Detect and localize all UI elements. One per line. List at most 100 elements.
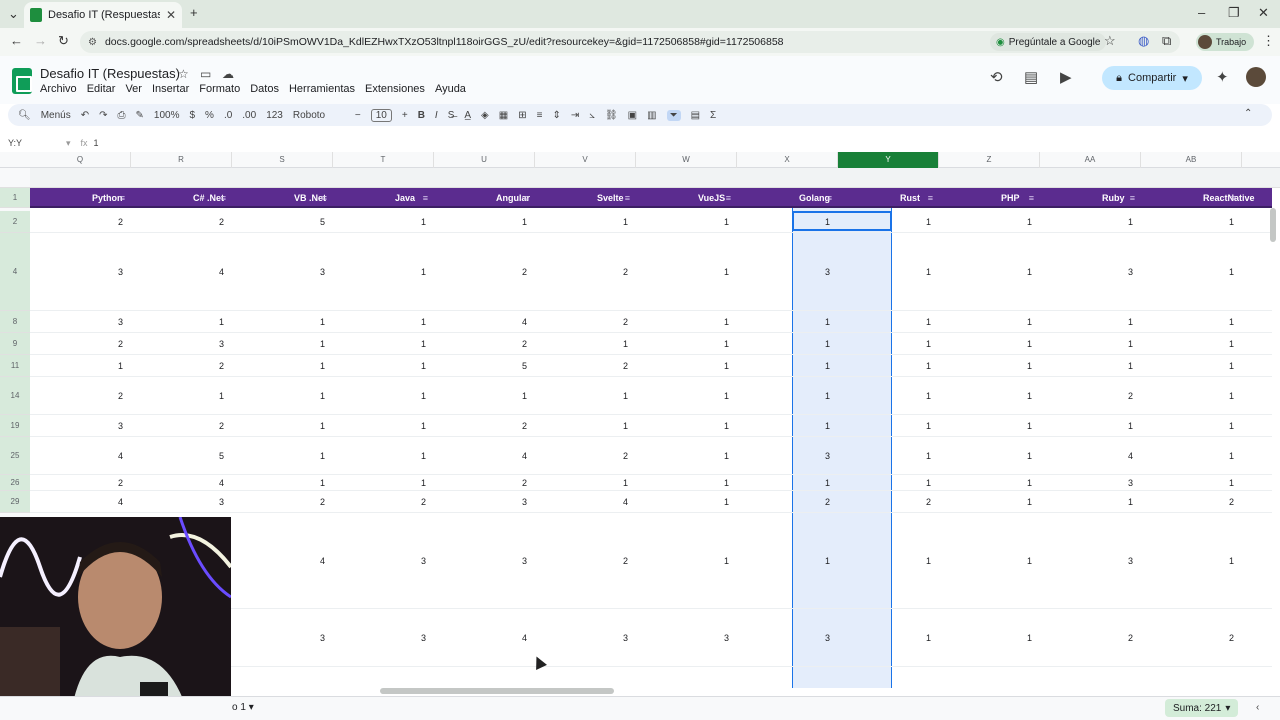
table-cell[interactable]: 1 — [333, 475, 434, 490]
increase-font-icon[interactable]: + — [402, 110, 408, 121]
sheets-logo-icon[interactable] — [12, 68, 32, 94]
column-header-r[interactable]: R — [131, 152, 232, 168]
table-cell[interactable]: 1 — [636, 377, 737, 414]
forward-icon[interactable]: → — [34, 33, 47, 48]
column-filter-icon[interactable]: ≡ — [1040, 188, 1141, 208]
text-rotation-icon[interactable]: ⦣ — [589, 110, 595, 121]
table-cell[interactable]: 1 — [939, 233, 1040, 310]
italic-button[interactable]: I — [435, 110, 438, 121]
row-header[interactable]: 14 — [0, 377, 30, 415]
active-cell[interactable] — [792, 211, 892, 231]
table-cell[interactable]: 4 — [232, 513, 333, 608]
search-menus-label[interactable]: Menús — [41, 110, 71, 121]
table-cell[interactable]: 2 — [737, 491, 838, 512]
table-cell[interactable]: 3 — [1040, 233, 1141, 310]
table-cell[interactable]: 2 — [30, 211, 131, 232]
table-cell[interactable]: 1 — [636, 491, 737, 512]
table-cell[interactable]: 3 — [30, 311, 131, 332]
table-cell[interactable]: 1 — [1141, 377, 1242, 414]
menu-ayuda[interactable]: Ayuda — [435, 83, 466, 95]
row-header-blank[interactable] — [0, 168, 30, 188]
minimize-icon[interactable]: – — [1198, 5, 1205, 20]
table-cell[interactable]: 1 — [737, 513, 838, 608]
meet-icon[interactable]: ▶ — [1060, 68, 1072, 86]
zoom-select[interactable]: 100% — [154, 110, 180, 121]
table-cell[interactable]: 3 — [1040, 513, 1141, 608]
table-cell[interactable]: 1 — [232, 415, 333, 436]
table-cell[interactable]: 2 — [1141, 491, 1242, 512]
menu-archivo[interactable]: Archivo — [40, 83, 77, 95]
currency-button[interactable]: $ — [189, 110, 195, 121]
table-cell[interactable]: 2 — [434, 233, 535, 310]
cloud-saved-icon[interactable]: ☁ — [222, 67, 234, 81]
table-cell[interactable]: 1 — [131, 377, 232, 414]
table-cell[interactable]: 1 — [232, 377, 333, 414]
row-header[interactable]: 25 — [0, 437, 30, 475]
column-filter-icon[interactable]: ≡ — [333, 188, 434, 208]
new-tab-icon[interactable]: + — [190, 5, 198, 20]
column-filter-icon[interactable]: ≡ — [434, 188, 535, 208]
table-cell[interactable]: 1 — [838, 355, 939, 376]
extension-icon[interactable]: ◍ — [1138, 33, 1149, 49]
insert-link-icon[interactable]: ⛓ — [605, 110, 618, 121]
table-cell[interactable]: 1 — [535, 415, 636, 436]
table-cell[interactable]: 1 — [636, 475, 737, 490]
table-cell[interactable]: 1 — [939, 491, 1040, 512]
table-cell[interactable]: 1 — [232, 333, 333, 354]
star-icon[interactable]: ☆ — [178, 67, 189, 81]
decrease-font-icon[interactable]: − — [355, 110, 361, 121]
table-cell[interactable]: 1 — [636, 311, 737, 332]
table-cell[interactable]: 1 — [838, 475, 939, 490]
redo-icon[interactable]: ↷ — [99, 110, 107, 121]
table-cell[interactable]: 3 — [535, 609, 636, 666]
table-cell[interactable]: 1 — [737, 475, 838, 490]
table-cell[interactable]: 1 — [939, 311, 1040, 332]
table-cell[interactable]: 4 — [1040, 437, 1141, 474]
table-cell[interactable]: 1 — [232, 311, 333, 332]
column-header-t[interactable]: T — [333, 152, 434, 168]
table-cell[interactable]: 1 — [333, 355, 434, 376]
name-box[interactable]: Y:Y — [8, 138, 66, 148]
reload-icon[interactable]: ↻ — [58, 33, 69, 49]
table-cell[interactable]: 3 — [1040, 475, 1141, 490]
column-header-q[interactable]: Q — [30, 152, 131, 168]
table-cell[interactable]: 1 — [939, 355, 1040, 376]
borders-icon[interactable]: ▦ — [499, 110, 508, 121]
table-cell[interactable]: 1 — [333, 233, 434, 310]
name-box-dropdown-icon[interactable]: ▾ — [66, 138, 71, 149]
font-size-input[interactable]: 10 — [370, 108, 392, 122]
row-header[interactable]: 19 — [0, 415, 30, 437]
paint-format-icon[interactable]: ✎ — [136, 110, 144, 121]
strikethrough-icon[interactable]: S̶ — [448, 110, 455, 121]
insert-chart-icon[interactable]: ▥ — [647, 110, 656, 121]
table-cell[interactable]: 1 — [636, 355, 737, 376]
table-cell[interactable]: 1 — [434, 377, 535, 414]
table-cell[interactable]: 1 — [1040, 415, 1141, 436]
table-cell[interactable]: 1 — [333, 333, 434, 354]
horizontal-align-icon[interactable]: ≡ — [537, 110, 543, 121]
font-select[interactable]: Roboto — [293, 110, 345, 121]
table-cell[interactable]: 1 — [232, 355, 333, 376]
table-cell[interactable]: 2 — [131, 211, 232, 232]
table-cell[interactable]: 2 — [535, 437, 636, 474]
print-icon[interactable]: ⎙ — [118, 110, 126, 121]
column-header-z[interactable]: Z — [939, 152, 1040, 168]
increase-decimal-button[interactable]: .00 — [242, 110, 256, 121]
maximize-icon[interactable]: ❐ — [1228, 5, 1240, 21]
table-cell[interactable]: 2 — [535, 355, 636, 376]
gemini-icon[interactable]: ✦ — [1216, 68, 1229, 86]
column-header-w[interactable]: W — [636, 152, 737, 168]
column-filter-icon[interactable]: ≡ — [737, 188, 838, 208]
table-cell[interactable]: 1 — [737, 377, 838, 414]
more-formats-button[interactable]: 123 — [266, 110, 283, 121]
column-filter-icon[interactable]: ≡ — [232, 188, 333, 208]
table-cell[interactable]: 4 — [434, 311, 535, 332]
column-filter-icon[interactable]: ≡ — [131, 188, 232, 208]
functions-icon[interactable]: Σ — [710, 110, 716, 121]
table-cell[interactable]: 3 — [636, 609, 737, 666]
table-cell[interactable]: 3 — [434, 491, 535, 512]
table-cell[interactable]: 1 — [838, 311, 939, 332]
column-header-x[interactable]: X — [737, 152, 838, 168]
column-filter-icon[interactable]: ≡ — [636, 188, 737, 208]
table-cell[interactable]: 1 — [636, 333, 737, 354]
